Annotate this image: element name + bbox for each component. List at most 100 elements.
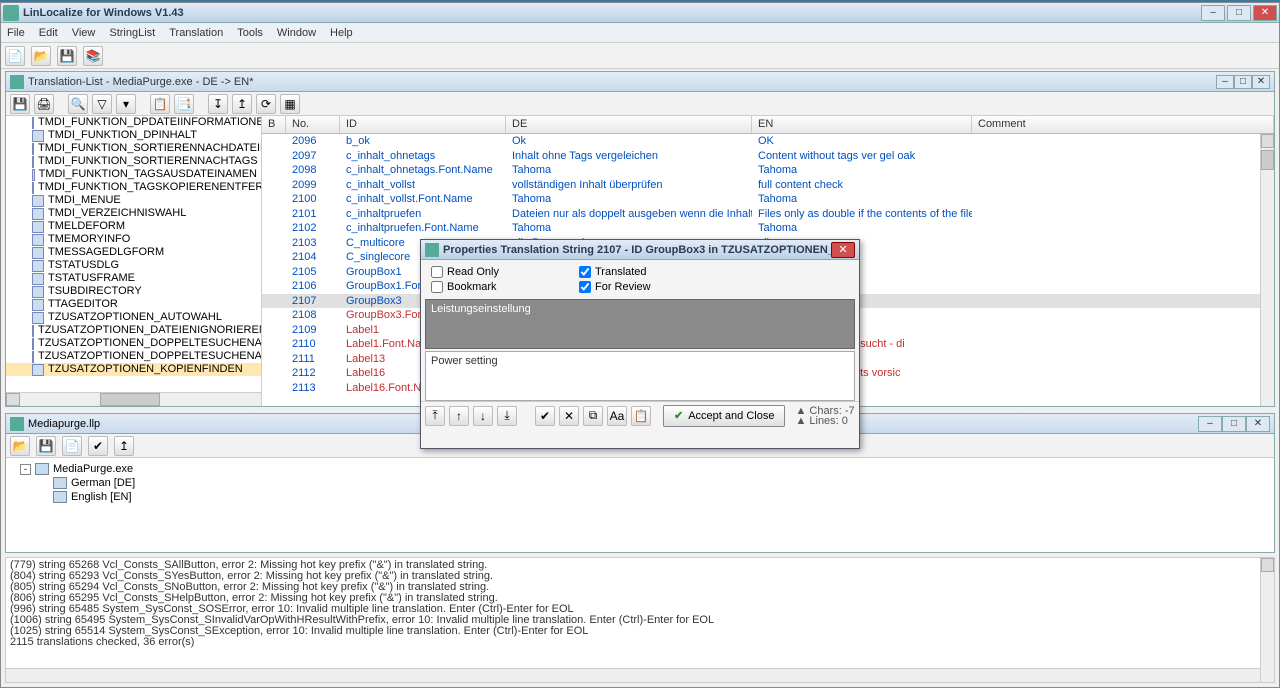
menu-window[interactable]: Window [277,27,316,39]
close-button[interactable]: ✕ [1253,5,1277,21]
project-node[interactable]: German [DE] [10,476,1270,490]
tree-item[interactable]: TMDI_FUNKTION_SORTIERENNACHDATEINAMEN [6,142,261,155]
scroll-thumb[interactable] [1261,150,1274,170]
project-node[interactable]: -MediaPurge.exe [10,462,1270,476]
open-icon[interactable]: 📂 [31,46,51,66]
table-row[interactable]: 2102c_inhaltpruefen.Font.NameTahomaTahom… [262,221,1260,236]
tree-item[interactable]: TMDI_FUNKTION_TAGSKOPIERENENTFERNEN [6,181,261,194]
col-de[interactable]: DE [506,116,752,133]
menu-tools[interactable]: Tools [237,27,263,39]
filter2-icon[interactable]: ▾ [116,94,136,114]
maximize-button[interactable]: □ [1227,5,1251,21]
col-id[interactable]: ID [340,116,506,133]
dialog-close-button[interactable]: ✕ [831,242,855,258]
refresh-icon[interactable]: ⟳ [256,94,276,114]
grid-vscroll[interactable] [1260,134,1274,406]
export-icon[interactable]: ↥ [232,94,252,114]
table-row[interactable]: 2098c_inhalt_ohnetags.Font.NameTahomaTah… [262,163,1260,178]
paste-icon[interactable]: 📋 [631,406,651,426]
form-tree[interactable]: TMDI_FUNKTION_DPDATEIINFORMATIONENTMDI_F… [6,116,262,406]
menu-view[interactable]: View [72,27,96,39]
col-en[interactable]: EN [752,116,972,133]
first-icon[interactable]: ⤒ [425,406,445,426]
doc-icon[interactable]: 📄 [62,436,82,456]
books-icon[interactable]: 📚 [83,46,103,66]
tree-item[interactable]: TZUSATZOPTIONEN_AUTOWAHL [6,311,261,324]
next-icon[interactable]: ↓ [473,406,493,426]
tree-item[interactable]: TMDI_FUNKTION_DPDATEIINFORMATIONEN [6,116,261,129]
save-icon[interactable]: 💾 [57,46,77,66]
table-row[interactable]: 2097c_inhalt_ohnetagsInhalt ohne Tags ve… [262,149,1260,164]
case-icon[interactable]: Aa [607,406,627,426]
tree-item[interactable]: TTAGEDITOR [6,298,261,311]
prev-icon[interactable]: ↑ [449,406,469,426]
new-icon[interactable]: 📄 [5,46,25,66]
pane-minimize-button[interactable]: – [1216,75,1234,89]
copy-icon[interactable]: 📋 [150,94,170,114]
filter-icon[interactable]: ▽ [92,94,112,114]
save-icon[interactable]: 💾 [10,94,30,114]
tree-item[interactable]: TZUSATZOPTIONEN_DOPPELTESUCHENAEHNLICHER [6,337,261,350]
menu-translation[interactable]: Translation [169,27,223,39]
tree-item[interactable]: TZUSATZOPTIONEN_KOPIENFINDEN [6,363,261,376]
col-no[interactable]: No. [286,116,340,133]
save-icon[interactable]: 💾 [36,436,56,456]
readonly-checkbox[interactable]: Read Only [431,266,499,278]
tree-item[interactable]: TMEMORYINFO [6,233,261,246]
pane-maximize-button[interactable]: □ [1234,75,1252,89]
find-icon[interactable]: 🔍 [68,94,88,114]
project-tree[interactable]: -MediaPurge.exeGerman [DE]English [EN] [6,458,1274,508]
tree-hscroll[interactable] [6,392,261,406]
tree-item[interactable]: TMDI_FUNKTION_DPINHALT [6,129,261,142]
link-icon[interactable]: ⧉ [583,406,603,426]
log-vscroll[interactable] [1260,558,1274,682]
scroll-left-icon[interactable] [6,393,20,406]
tree-item[interactable]: TZUSATZOPTIONEN_DOPPELTESUCHENAFP [6,350,261,363]
grid-icon[interactable]: ▦ [280,94,300,114]
reject-icon[interactable]: ✕ [559,406,579,426]
accept-icon[interactable]: ✔ [535,406,555,426]
tree-item[interactable]: TSTATUSFRAME [6,272,261,285]
table-row[interactable]: 2099c_inhalt_vollstvollständigen Inhalt … [262,178,1260,193]
tree-item[interactable]: TMELDEFORM [6,220,261,233]
tree-item[interactable]: TMESSAGEDLGFORM [6,246,261,259]
pane-close-button[interactable]: ✕ [1246,416,1270,432]
tree-item[interactable]: TSUBDIRECTORY [6,285,261,298]
pane-close-button[interactable]: ✕ [1252,75,1270,89]
table-row[interactable]: 2096b_okOkOK [262,134,1260,149]
scroll-thumb[interactable] [100,393,160,406]
table-row[interactable]: 2101c_inhaltpruefenDateien nur als doppe… [262,207,1260,222]
col-b[interactable]: B [262,116,286,133]
tree-item[interactable]: TMDI_VERZEICHNISWAHL [6,207,261,220]
log-hscroll[interactable] [6,668,1260,682]
table-row[interactable]: 2100c_inhalt_vollst.Font.NameTahomaTahom… [262,192,1260,207]
scroll-up-icon[interactable] [1261,134,1274,148]
review-checkbox[interactable]: For Review [579,281,651,293]
bookmark-checkbox[interactable]: Bookmark [431,281,499,293]
tree-item[interactable]: TZUSATZOPTIONEN_DATEIENIGNORIEREN [6,324,261,337]
pane-minimize-button[interactable]: – [1198,416,1222,432]
col-comment[interactable]: Comment [972,116,1274,133]
tree-item[interactable]: TMDI_FUNKTION_TAGSAUSDATEINAMEN [6,168,261,181]
menu-help[interactable]: Help [330,27,353,39]
target-text[interactable]: Power setting [425,351,855,401]
pane-maximize-button[interactable]: □ [1222,416,1246,432]
print-icon[interactable]: 🖨 [34,94,54,114]
menu-stringlist[interactable]: StringList [109,27,155,39]
scroll-up-icon[interactable] [1261,558,1274,572]
tree-item[interactable]: TMDI_FUNKTION_SORTIERENNACHTAGS [6,155,261,168]
menu-edit[interactable]: Edit [39,27,58,39]
last-icon[interactable]: ⤓ [497,406,517,426]
tree-item[interactable]: TSTATUSDLG [6,259,261,272]
translated-checkbox[interactable]: Translated [579,266,651,278]
list-icon[interactable]: 📑 [174,94,194,114]
minimize-button[interactable]: – [1201,5,1225,21]
menu-file[interactable]: File [7,27,25,39]
open-icon[interactable]: 📂 [10,436,30,456]
project-node[interactable]: English [EN] [10,490,1270,504]
expand-icon[interactable]: - [20,464,31,475]
tree-item[interactable]: TMDI_MENUE [6,194,261,207]
import-icon[interactable]: ↧ [208,94,228,114]
accept-close-button[interactable]: ✔ Accept and Close [663,405,785,427]
export-icon[interactable]: ↥ [114,436,134,456]
